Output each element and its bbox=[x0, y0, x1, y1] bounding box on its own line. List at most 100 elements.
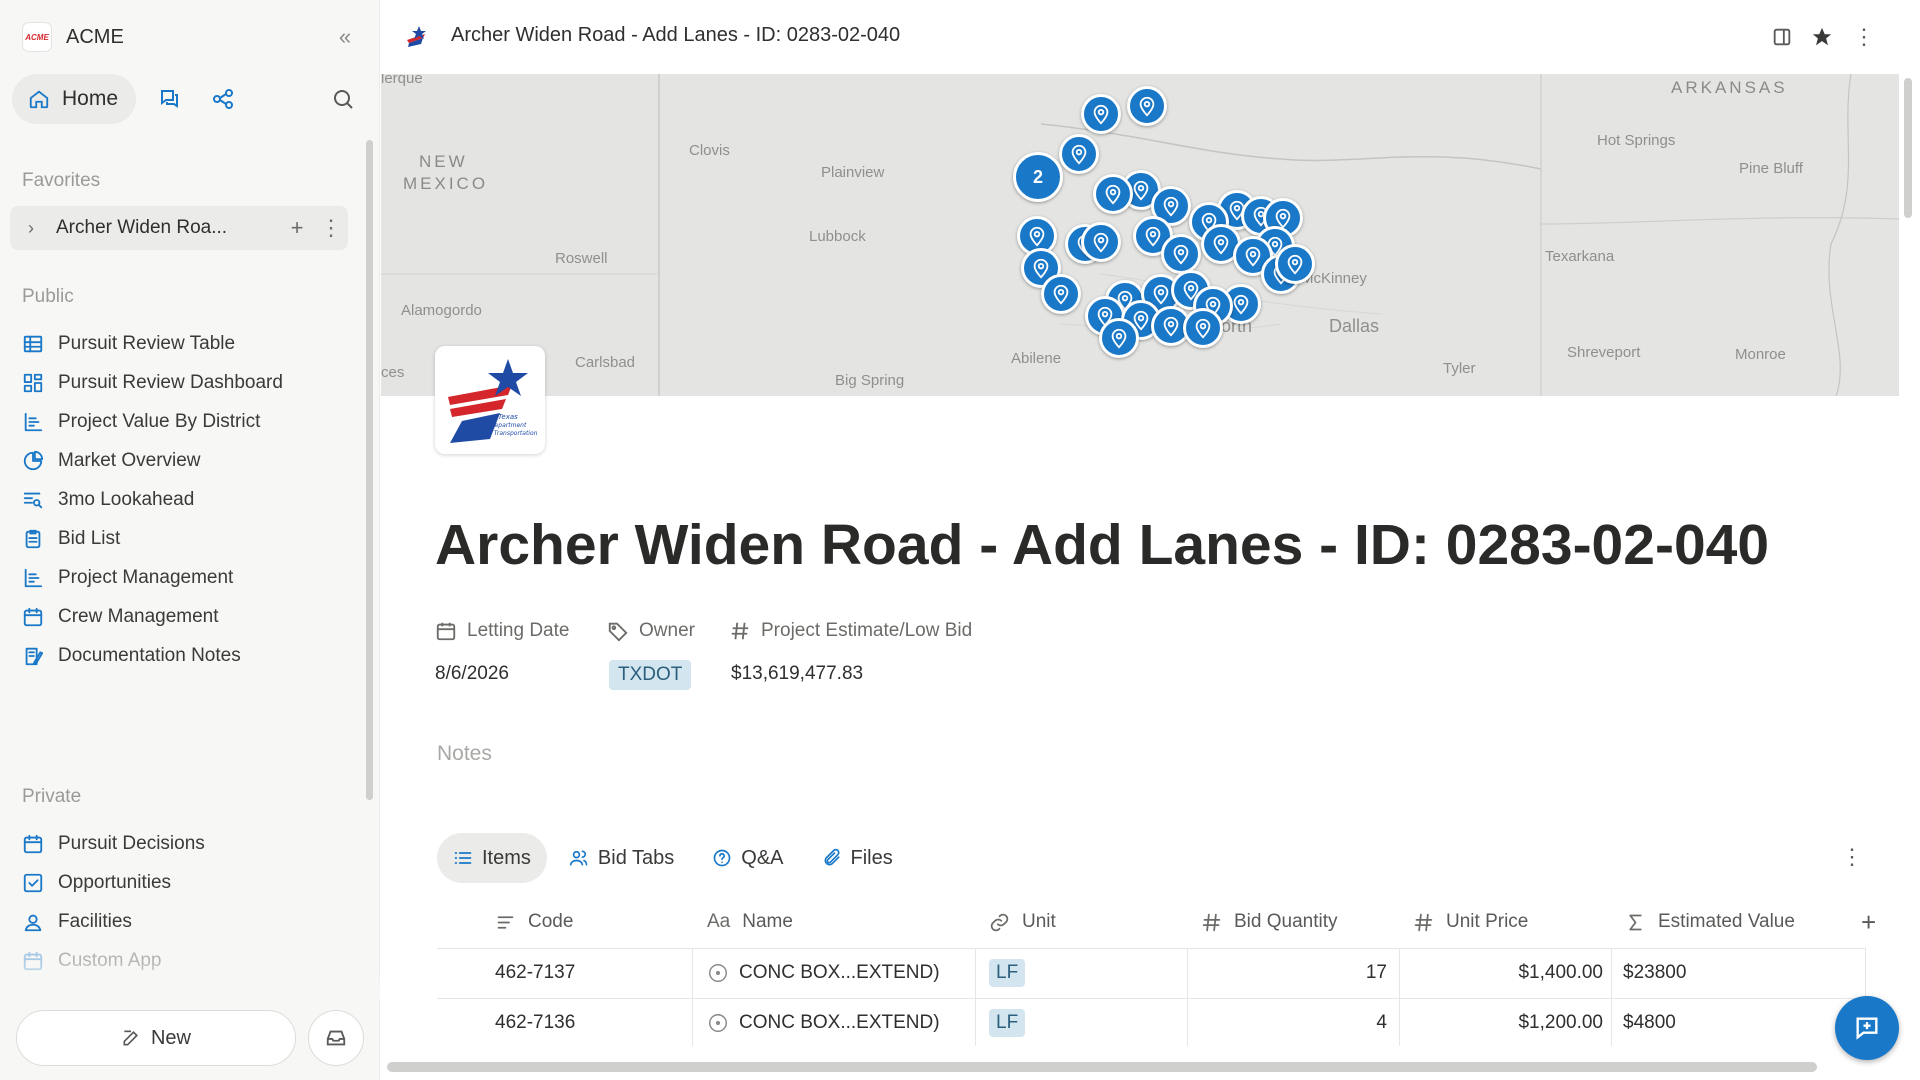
tab-label: Items bbox=[482, 846, 531, 869]
map-label: ARKANSAS bbox=[1671, 78, 1788, 97]
sidebar-item[interactable]: Project Value By District bbox=[10, 400, 350, 444]
sidebar-item[interactable]: Facilities bbox=[10, 900, 350, 944]
column-header-label: Bid Quantity bbox=[1234, 911, 1338, 932]
map-label: NEW bbox=[419, 152, 468, 171]
estimate-property[interactable]: Project Estimate/Low Bid bbox=[729, 620, 972, 642]
workspace-switcher[interactable]: ACME ACME bbox=[22, 20, 124, 54]
horizontal-scrollbar[interactable] bbox=[387, 1062, 1817, 1072]
star-icon[interactable] bbox=[1807, 22, 1837, 52]
price-cell[interactable]: $1,200.00 bbox=[1413, 998, 1603, 1048]
sidebar-item-label: Pursuit Review Table bbox=[58, 333, 236, 354]
tab-bid-tabs[interactable]: Bid Tabs bbox=[553, 833, 690, 883]
new-button[interactable]: New bbox=[16, 1010, 296, 1066]
map-cover[interactable]: lerque ARKANSAS NEW MEXICO Clovis Plainv… bbox=[381, 74, 1899, 396]
map-pin[interactable] bbox=[1081, 94, 1121, 134]
more-icon[interactable]: ⋮ bbox=[1849, 22, 1879, 52]
circle-icon bbox=[709, 1014, 727, 1032]
collapse-sidebar-icon[interactable]: « bbox=[330, 22, 360, 52]
sidebar-fade bbox=[0, 960, 380, 1000]
page-icon[interactable]: Texas Department of Transportation bbox=[435, 346, 545, 454]
chat-fab-button[interactable] bbox=[1835, 996, 1899, 1060]
sidebar-item[interactable]: Market Overview bbox=[10, 439, 350, 483]
table-row[interactable]: 462-7136 CONC BOX...EXTEND) LF 4 $1,200.00 $4… bbox=[437, 998, 1865, 1048]
sidebar-item[interactable]: Opportunities bbox=[10, 861, 350, 905]
letting-date-value[interactable]: 8/6/2026 bbox=[435, 663, 509, 685]
unit-cell[interactable]: LF bbox=[989, 948, 1026, 998]
map-pin[interactable] bbox=[1183, 308, 1223, 348]
map-pin[interactable] bbox=[1059, 134, 1099, 174]
map-label: Monroe bbox=[1735, 346, 1786, 363]
unit-cell[interactable]: LF bbox=[989, 998, 1026, 1048]
hash-icon bbox=[1414, 913, 1433, 931]
column-header[interactable]: Code bbox=[495, 896, 573, 948]
sidebar-scrollbar[interactable] bbox=[366, 140, 373, 800]
column-header[interactable]: Estimated Value bbox=[1625, 896, 1795, 948]
map-label: Pine Bluff bbox=[1739, 160, 1803, 177]
map-pin[interactable] bbox=[1127, 86, 1167, 126]
page-scrollbar[interactable] bbox=[1904, 78, 1912, 218]
name-cell[interactable]: CONC BOX...EXTEND) bbox=[707, 948, 940, 998]
map-pin[interactable] bbox=[1041, 274, 1081, 314]
add-icon[interactable]: + bbox=[280, 215, 314, 241]
add-column-icon[interactable]: + bbox=[1861, 896, 1876, 948]
column-header[interactable]: Unit Price bbox=[1413, 896, 1528, 948]
svg-text:of Transportation: of Transportation bbox=[486, 430, 538, 437]
notes-placeholder[interactable]: Notes bbox=[437, 742, 492, 766]
value-cell[interactable]: $23800 bbox=[1623, 948, 1686, 998]
chevron-right-icon[interactable]: › bbox=[14, 218, 48, 239]
map-label: Shreveport bbox=[1567, 344, 1641, 361]
value-cell[interactable]: $4800 bbox=[1623, 998, 1676, 1048]
home-button[interactable]: Home bbox=[12, 74, 136, 124]
table-row[interactable]: 462-7137 CONC BOX...EXTEND) LF 17 $1,400.00 $… bbox=[437, 948, 1865, 998]
map-label: lerque bbox=[381, 74, 423, 87]
owner-property[interactable]: Owner bbox=[607, 620, 695, 642]
column-header[interactable]: Unit bbox=[989, 896, 1056, 948]
map-cluster[interactable]: 2 bbox=[1013, 152, 1063, 202]
breadcrumb-title[interactable]: Archer Widen Road - Add Lanes - ID: 0283… bbox=[451, 24, 900, 47]
letting-date-property[interactable]: Letting Date bbox=[435, 620, 569, 642]
page-title[interactable]: Archer Widen Road - Add Lanes - ID: 0283… bbox=[435, 512, 1769, 578]
more-icon[interactable]: ⋮ bbox=[1841, 844, 1863, 870]
sidebar-item[interactable]: Pursuit Decisions bbox=[10, 822, 350, 866]
tab-q-a[interactable]: Q&A bbox=[696, 833, 799, 883]
chat-plus-icon bbox=[1856, 1017, 1878, 1040]
sidebar-item[interactable]: Bid List bbox=[10, 517, 350, 561]
map-label: MEXICO bbox=[403, 174, 489, 193]
qty-cell[interactable]: 17 bbox=[1201, 948, 1387, 998]
map-pin[interactable] bbox=[1275, 244, 1315, 284]
calendar-icon bbox=[23, 607, 43, 627]
code-cell[interactable]: 462-7136 bbox=[495, 998, 575, 1048]
tab-files[interactable]: Files bbox=[806, 833, 909, 883]
map-pin[interactable] bbox=[1161, 234, 1201, 274]
sidebar-item[interactable]: Crew Management bbox=[10, 595, 350, 639]
sidebar-item[interactable]: Pursuit Review Dashboard bbox=[10, 361, 350, 405]
chat-icon[interactable] bbox=[152, 82, 186, 116]
location-pin-icon bbox=[1133, 180, 1149, 201]
name-cell[interactable]: CONC BOX...EXTEND) bbox=[707, 998, 940, 1048]
map-pin[interactable] bbox=[1099, 318, 1139, 358]
search-icon[interactable] bbox=[326, 82, 360, 116]
sidebar-item[interactable]: 3mo Lookahead bbox=[10, 478, 350, 522]
letting-date-label: Letting Date bbox=[467, 620, 570, 641]
sidebar-item[interactable]: Documentation Notes bbox=[10, 634, 350, 678]
graph-icon[interactable] bbox=[206, 82, 240, 116]
more-icon[interactable]: ⋮ bbox=[314, 215, 348, 241]
qty-cell[interactable]: 4 bbox=[1201, 998, 1387, 1048]
sidebar-item[interactable]: Pursuit Review Table bbox=[10, 322, 350, 366]
map-pin[interactable] bbox=[1081, 222, 1121, 262]
price-cell[interactable]: $1,400.00 bbox=[1413, 948, 1603, 998]
person-pin-icon bbox=[24, 914, 42, 932]
owner-tag[interactable]: TXDOT bbox=[609, 660, 692, 690]
favorite-item[interactable]: › Archer Widen Roa... + ⋮ bbox=[10, 206, 348, 250]
side-panel-icon[interactable] bbox=[1767, 22, 1797, 52]
map-pin[interactable] bbox=[1093, 174, 1133, 214]
code-cell[interactable]: 462-7137 bbox=[495, 948, 575, 998]
column-header[interactable]: Aa Name bbox=[707, 896, 793, 948]
tab-items[interactable]: Items bbox=[437, 833, 547, 883]
column-header[interactable]: Bid Quantity bbox=[1201, 896, 1338, 948]
estimate-value[interactable]: $13,619,477.83 bbox=[731, 663, 863, 685]
sidebar-item[interactable]: Project Management bbox=[10, 556, 350, 600]
svg-text:Texas: Texas bbox=[498, 413, 518, 421]
map-label: Texarkana bbox=[1545, 248, 1615, 265]
inbox-button[interactable] bbox=[308, 1010, 364, 1066]
